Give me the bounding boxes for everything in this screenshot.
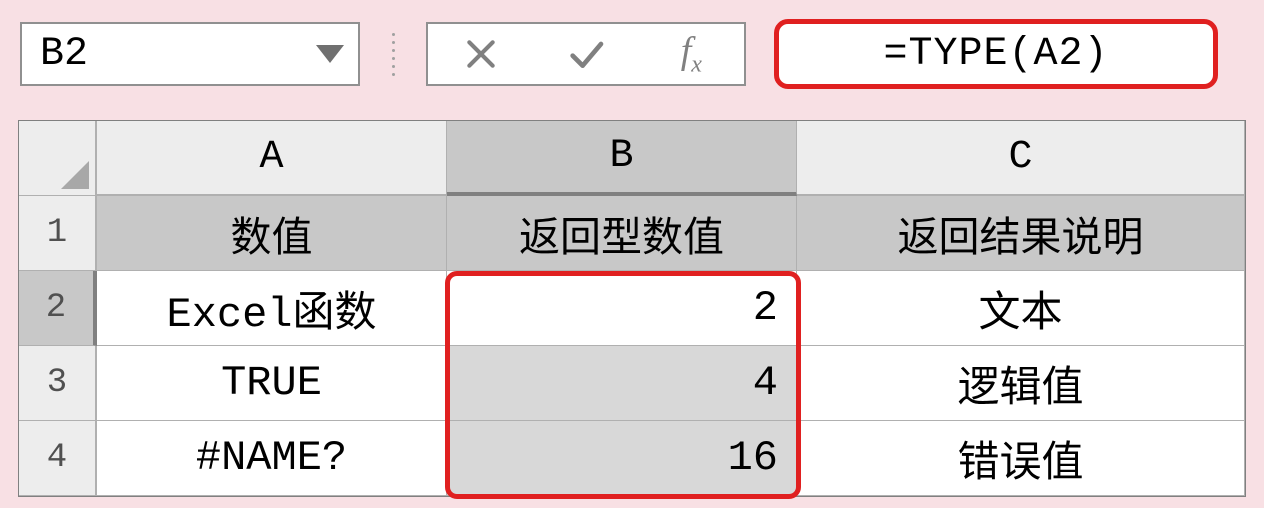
formula-buttons: fx	[426, 22, 746, 86]
col-header-C[interactable]: C	[797, 121, 1245, 196]
cell-C1[interactable]: 返回结果说明	[797, 196, 1245, 271]
cancel-button[interactable]	[428, 24, 533, 84]
dropdown-icon[interactable]	[316, 45, 344, 63]
select-all-button[interactable]	[19, 121, 97, 196]
cell-A2[interactable]: Excel函数	[97, 271, 447, 346]
resize-grip-icon[interactable]	[384, 33, 402, 76]
accept-button[interactable]	[533, 24, 638, 84]
cancel-icon	[461, 34, 501, 74]
cell-C4[interactable]: 错误值	[797, 421, 1245, 496]
row-header-1[interactable]: 1	[19, 196, 97, 271]
fx-icon: fx	[681, 29, 702, 79]
spreadsheet: A B C 1 数值 返回型数值 返回结果说明 2 Excel函数 2 文本 3…	[18, 120, 1246, 497]
accept-icon	[566, 34, 606, 74]
row-1: 1 数值 返回型数值 返回结果说明	[19, 196, 1245, 271]
col-header-A[interactable]: A	[97, 121, 447, 196]
row-header-4[interactable]: 4	[19, 421, 97, 496]
row-2: 2 Excel函数 2 文本	[19, 271, 1245, 346]
row-3: 3 TRUE 4 逻辑值	[19, 346, 1245, 421]
row-header-2[interactable]: 2	[19, 271, 97, 346]
cell-A1[interactable]: 数值	[97, 196, 447, 271]
cell-C2[interactable]: 文本	[797, 271, 1245, 346]
row-header-3[interactable]: 3	[19, 346, 97, 421]
cell-B4[interactable]: 16	[447, 421, 797, 496]
insert-function-button[interactable]: fx	[639, 24, 744, 84]
formula-bar: B2 fx =TYPE(A2)	[0, 0, 1264, 94]
cell-A3[interactable]: TRUE	[97, 346, 447, 421]
cell-A4[interactable]: #NAME?	[97, 421, 447, 496]
formula-input[interactable]: =TYPE(A2)	[774, 19, 1218, 89]
formula-text: =TYPE(A2)	[883, 32, 1108, 77]
cell-B3[interactable]: 4	[447, 346, 797, 421]
column-header-row: A B C	[19, 121, 1245, 196]
col-header-B[interactable]: B	[447, 121, 797, 196]
cell-reference: B2	[40, 32, 88, 77]
cell-B2[interactable]: 2	[447, 271, 797, 346]
cell-B1[interactable]: 返回型数值	[447, 196, 797, 271]
row-4: 4 #NAME? 16 错误值	[19, 421, 1245, 496]
name-box[interactable]: B2	[20, 22, 360, 86]
cell-C3[interactable]: 逻辑值	[797, 346, 1245, 421]
